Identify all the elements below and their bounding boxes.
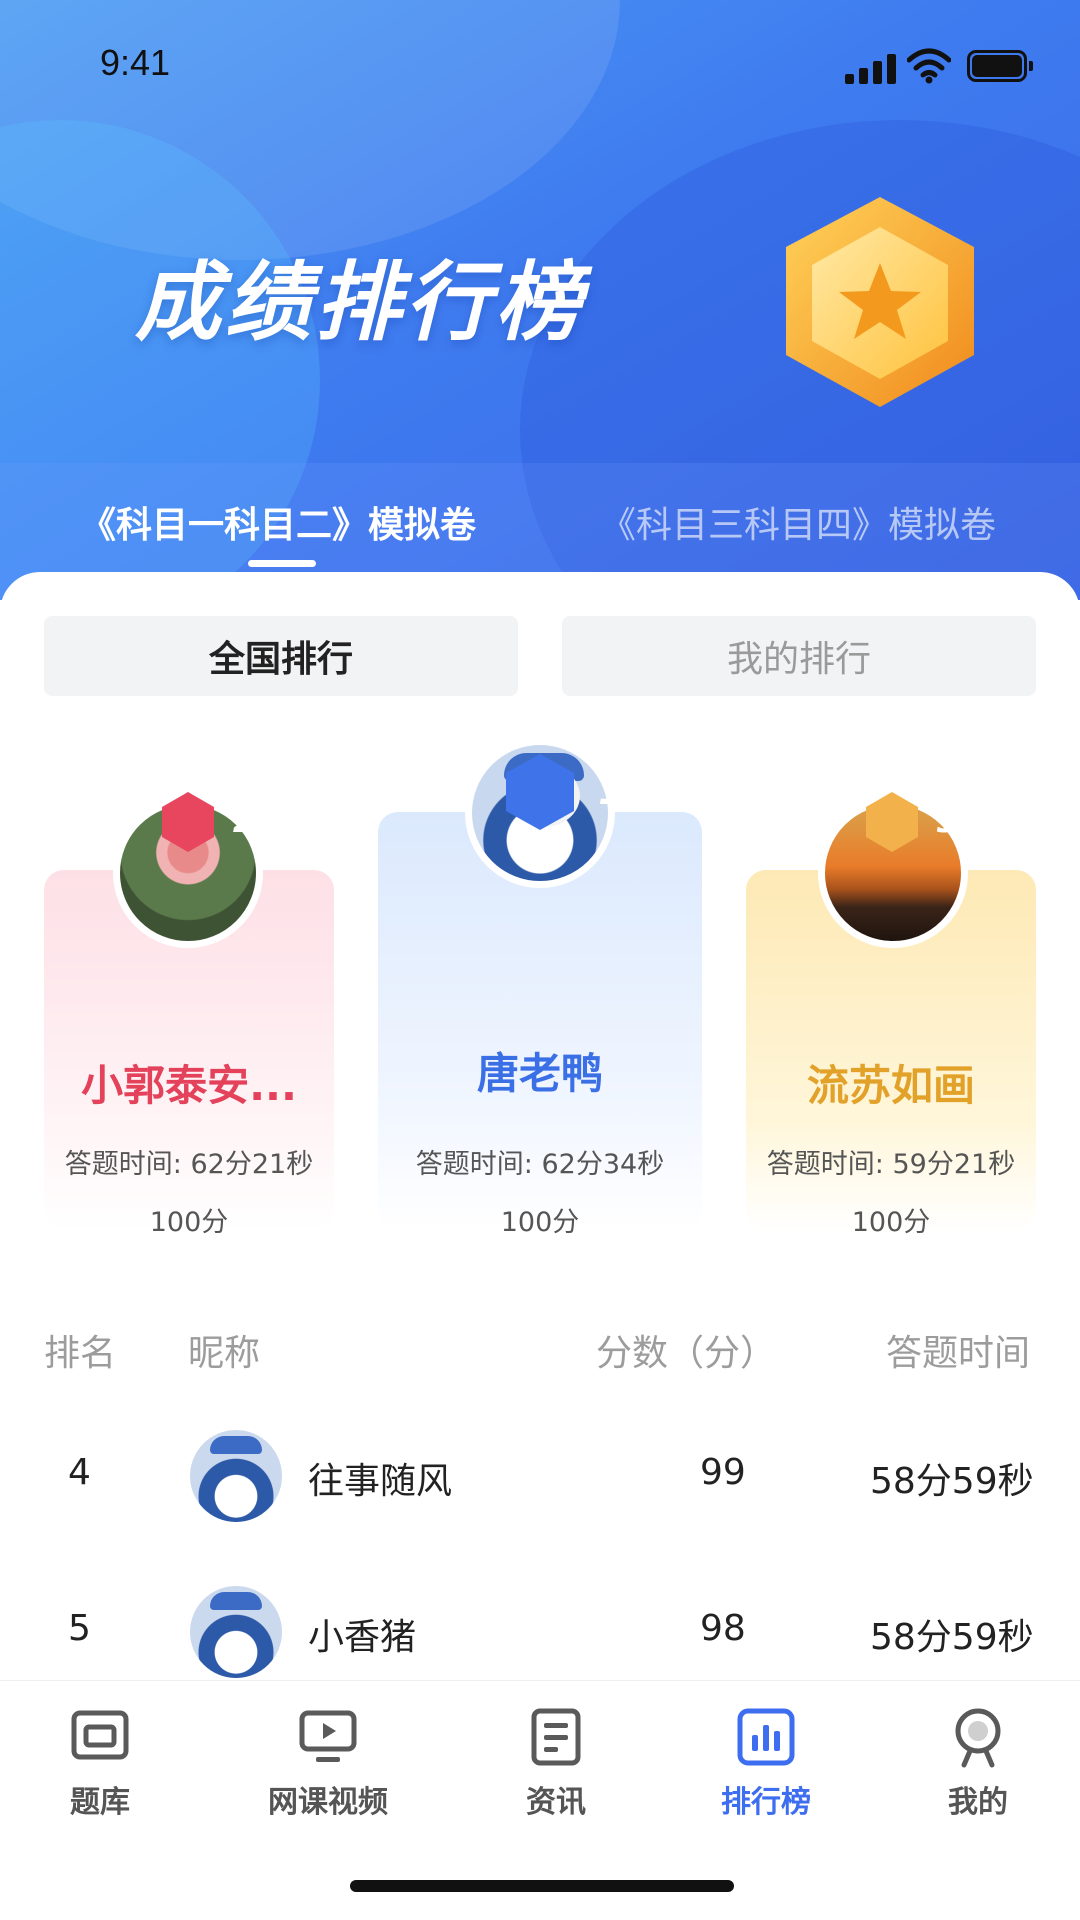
podium-name-third: 流苏如画 — [806, 1061, 975, 1110]
podium-name-second: 小郭泰安... — [81, 1061, 297, 1110]
row-score: 99 — [700, 1452, 746, 1493]
home-indicator[interactable] — [350, 1880, 734, 1892]
nav-question-bank[interactable]: 题库 — [0, 1705, 200, 1821]
row-nickname: 小香猪 — [308, 1617, 417, 1658]
column-header-rank: 排名 — [44, 1333, 117, 1374]
nav-label: 题库 — [70, 1785, 130, 1820]
rank-badge-second: 2 — [160, 790, 255, 854]
news-document-icon — [531, 1708, 581, 1766]
column-header-time: 答题时间 — [886, 1333, 1031, 1374]
bar-chart-icon — [737, 1708, 795, 1766]
national-ranking-button[interactable]: 全国排行 — [44, 616, 518, 696]
question-bank-icon — [71, 1710, 129, 1760]
leaderboard-header: 9:41 成绩排行榜 《科目一科目二》模拟卷 《科目三科目四》模拟卷 — [0, 0, 1080, 600]
active-tab-indicator — [248, 560, 316, 567]
tab-subject-one-two[interactable]: 《科目一科目二》模拟卷 — [80, 496, 476, 548]
rank-badge-third: 3 — [864, 790, 959, 854]
podium-score-second: 100分 — [149, 1207, 229, 1238]
nav-label: 我的 — [948, 1785, 1008, 1820]
nav-label: 网课视频 — [268, 1785, 388, 1820]
row-rank: 4 — [68, 1452, 91, 1493]
podium-time-first: 答题时间: 62分34秒 — [415, 1149, 665, 1180]
podium-time-second: 答题时间: 62分21秒 — [64, 1149, 314, 1180]
avatar[interactable] — [190, 1586, 282, 1678]
status-time: 9:41 — [100, 42, 171, 83]
star-medal-icon — [786, 197, 974, 407]
my-ranking-button[interactable]: 我的排行 — [562, 616, 1036, 696]
battery-icon — [967, 50, 1033, 82]
column-header-score: 分数（分） — [596, 1333, 777, 1374]
row-rank: 5 — [68, 1608, 91, 1649]
podium-score-third: 100分 — [851, 1207, 931, 1238]
row-score: 98 — [700, 1608, 746, 1649]
tab-subject-three-four[interactable]: 《科目三科目四》模拟卷 — [600, 496, 996, 548]
podium-score-first: 100分 — [500, 1207, 580, 1238]
column-header-nickname: 昵称 — [188, 1333, 261, 1374]
nav-news[interactable]: 资讯 — [456, 1705, 656, 1821]
page-title: 成绩排行榜 — [135, 253, 585, 353]
nav-profile[interactable]: 我的 — [878, 1705, 1078, 1821]
row-time: 58分59秒 — [870, 1617, 1034, 1658]
row-time: 58分59秒 — [870, 1461, 1034, 1502]
nav-label: 排行榜 — [721, 1785, 811, 1820]
ranking-card: 全国排行 我的排行 2 1 3 小郭泰安... 唐老鸭 流苏如画 答题时间: 6… — [0, 572, 1080, 1682]
profile-person-icon — [955, 1708, 1001, 1768]
rank-badge-first: 1 — [504, 752, 626, 832]
video-monitor-icon — [299, 1710, 357, 1762]
status-bar: 9:41 — [0, 0, 1080, 130]
nav-label: 资讯 — [526, 1785, 586, 1820]
podium-time-third: 答题时间: 59分21秒 — [766, 1149, 1016, 1180]
nav-video-courses[interactable]: 网课视频 — [228, 1705, 428, 1821]
nav-leaderboard[interactable]: 排行榜 — [666, 1705, 866, 1821]
row-nickname: 往事随风 — [308, 1461, 453, 1502]
avatar[interactable] — [190, 1430, 282, 1522]
cellular-signal-icon — [845, 52, 897, 84]
wifi-icon — [907, 48, 951, 84]
podium-name-first: 唐老鸭 — [476, 1049, 603, 1098]
